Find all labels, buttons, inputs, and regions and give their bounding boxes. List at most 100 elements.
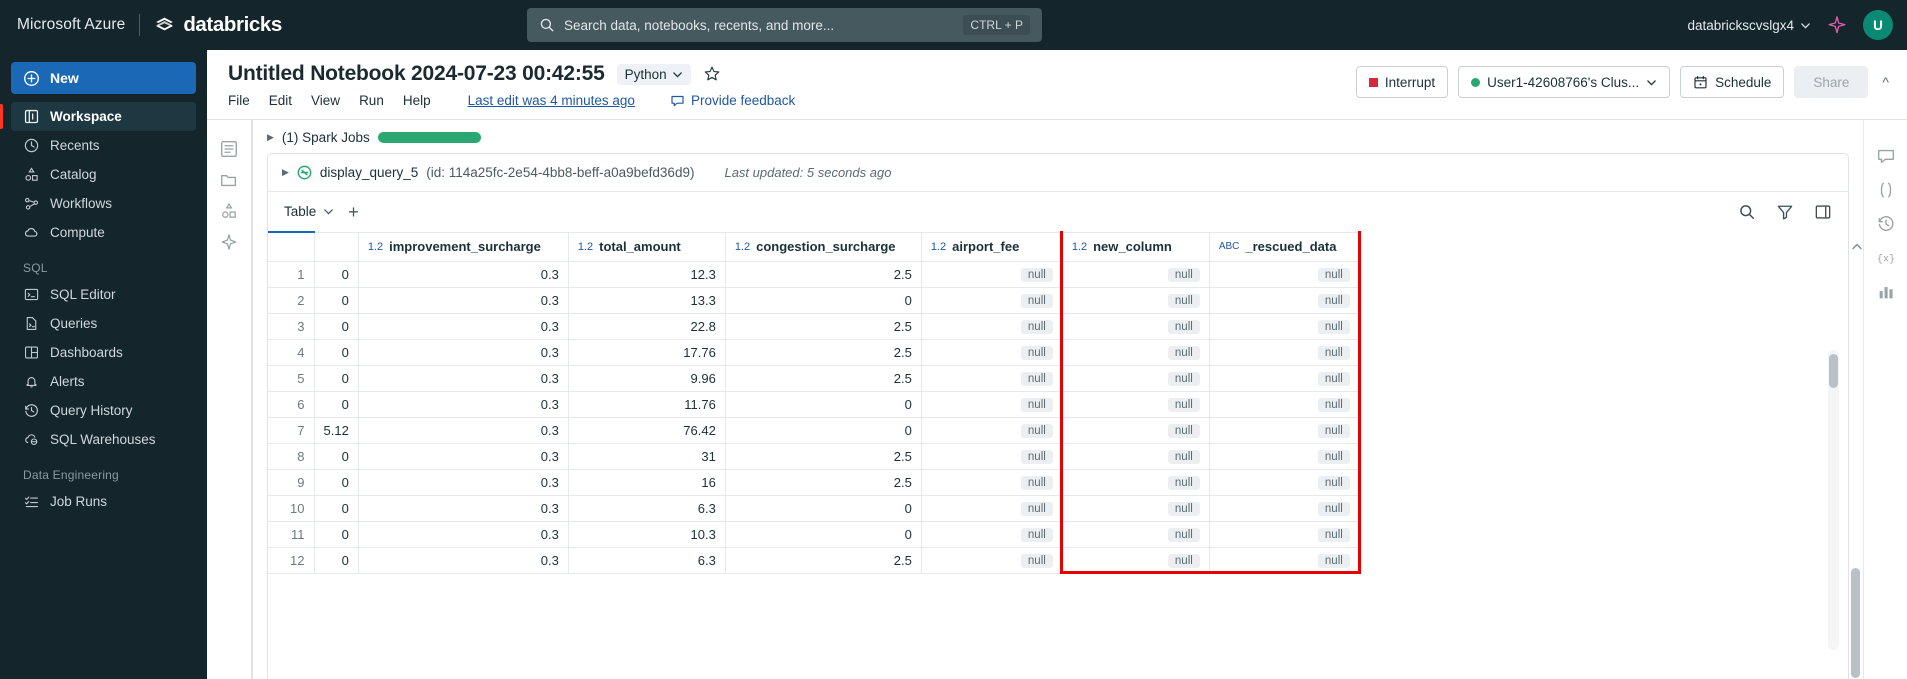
table-cell[interactable]: 9.96 [568,365,726,392]
menu-view[interactable]: View [311,93,340,108]
table-cell[interactable]: 76.42 [568,417,726,444]
table-cell[interactable]: null [1062,495,1210,522]
table-cell[interactable]: null [1209,365,1360,392]
table-cell[interactable]: null [1062,521,1210,548]
interrupt-button[interactable]: Interrupt [1355,66,1449,98]
table-cell[interactable]: null [921,339,1063,366]
table-cell[interactable]: null [1209,339,1360,366]
table-cell[interactable]: 0.3 [358,261,569,288]
table-cell[interactable]: null [1209,443,1360,470]
table-cell[interactable]: null [921,391,1063,418]
databricks-home-link[interactable]: databricks [154,13,282,37]
table-cell[interactable]: null [1062,261,1210,288]
query-status-row[interactable]: ▶ display_query_5 (id: 114a25fc-2e54-4bb… [268,154,1848,192]
avatar[interactable]: U [1863,10,1893,40]
table-cell[interactable]: 22.8 [568,313,726,340]
table-row[interactable]: 7 5.12 0.3 76.42 0 null null null [268,417,1360,444]
table-cell[interactable]: 0.3 [358,287,569,314]
table-cell[interactable]: null [1209,261,1360,288]
table-cell[interactable]: null [1062,547,1210,574]
filter-icon[interactable] [1776,203,1794,221]
menu-file[interactable]: File [228,93,250,108]
table-cell[interactable]: 0 [314,261,359,288]
sidebar-item-workflows[interactable]: Workflows [11,189,196,218]
table-cell[interactable]: 6.3 [568,495,726,522]
table-col-airport-fee[interactable]: 1.2 airport_fee [921,231,1063,262]
table-cell[interactable]: null [1062,417,1210,444]
table-row[interactable]: 12 0 0.3 6.3 2.5 null null null [268,547,1360,574]
menu-edit[interactable]: Edit [269,93,292,108]
sidebar-item-query-history[interactable]: Query History [11,396,196,425]
sidebar-item-sql-warehouses[interactable]: SQL Warehouses [11,425,196,454]
table-cell[interactable]: 12.3 [568,261,726,288]
last-edit-link[interactable]: Last edit was 4 minutes ago [468,93,635,108]
menu-help[interactable]: Help [403,93,431,108]
table-cell[interactable]: null [921,495,1063,522]
table-row[interactable]: 9 0 0.3 16 2.5 null null null [268,469,1360,496]
spark-jobs-row[interactable]: ▶ (1) Spark Jobs [253,120,1863,153]
variables-icon[interactable] [1876,180,1896,200]
page-title[interactable]: Untitled Notebook 2024-07-23 00:42:55 [228,62,605,86]
table-cell[interactable]: 0 [314,313,359,340]
table-cell[interactable]: null [1209,495,1360,522]
table-cell[interactable]: 2.5 [725,365,922,392]
table-cell[interactable]: null [1062,287,1210,314]
table-cell[interactable]: null [921,417,1063,444]
table-cell[interactable]: null [921,261,1063,288]
sidebar-item-dashboards[interactable]: Dashboards [11,338,196,367]
table-cell[interactable]: 0 [314,547,359,574]
table-cell[interactable]: 2.5 [725,339,922,366]
table-cell[interactable]: 0.3 [358,313,569,340]
output-vertical-scrollbar[interactable] [1850,238,1861,678]
provide-feedback-link[interactable]: Provide feedback [670,93,795,108]
table-cell[interactable]: null [1209,547,1360,574]
table-cell[interactable]: null [921,443,1063,470]
caret-right-icon[interactable]: ▶ [267,132,274,143]
table-cell[interactable]: 0.3 [358,495,569,522]
table-vertical-scrollbar[interactable] [1828,350,1839,650]
table-cell[interactable]: 0.3 [358,521,569,548]
panel-toggle-icon[interactable] [1814,203,1832,221]
table-cell[interactable]: null [921,521,1063,548]
table-col-total-amount[interactable]: 1.2 total_amount [568,231,726,262]
sidebar-item-sql-editor[interactable]: SQL Editor [11,280,196,309]
sidebar-item-workspace[interactable]: Workspace [0,102,196,131]
scrollbar-thumb[interactable] [1829,354,1838,388]
table-cell[interactable]: 0.3 [358,443,569,470]
table-cell[interactable]: 0 [725,391,922,418]
table-cell[interactable]: 5.12 [314,417,359,444]
account-menu[interactable]: databrickscvslgx4 [1687,18,1811,33]
table-cell[interactable]: 0.3 [358,339,569,366]
table-cell[interactable]: null [1062,339,1210,366]
table-cell[interactable]: 2.5 [725,313,922,340]
table-cell[interactable]: 0 [725,287,922,314]
table-row[interactable]: 11 0 0.3 10.3 0 null null null [268,521,1360,548]
table-col-new-column[interactable]: 1.2 new_column [1062,231,1210,262]
add-visualization-button[interactable]: + [342,203,365,221]
table-cell[interactable]: null [1062,469,1210,496]
sidebar-item-queries[interactable]: Queries [11,309,196,338]
table-col-rescued-data[interactable]: ABC _rescued_data [1209,231,1360,262]
table-cell[interactable]: null [921,547,1063,574]
python-variables-icon[interactable]: {x} [1876,248,1896,268]
table-cell[interactable]: null [1209,391,1360,418]
table-col-congestion-surcharge[interactable]: 1.2 congestion_surcharge [725,231,922,262]
table-cell[interactable]: 13.3 [568,287,726,314]
table-cell[interactable]: 2.5 [725,469,922,496]
table-of-contents-icon[interactable] [219,139,239,159]
table-cell[interactable]: 0.3 [358,547,569,574]
table-cell[interactable]: null [1209,521,1360,548]
microsoft-azure-label[interactable]: Microsoft Azure [0,16,125,34]
global-search-input[interactable]: Search data, notebooks, recents, and mor… [527,8,1042,42]
table-cell[interactable]: 16 [568,469,726,496]
tab-table[interactable]: Table [282,202,336,221]
search-icon[interactable] [1738,203,1756,221]
table-cell[interactable]: 0 [314,495,359,522]
scrollbar-thumb[interactable] [1851,568,1860,678]
table-cell[interactable]: null [1062,365,1210,392]
notebook-language-selector[interactable]: Python [616,63,691,85]
table-cell[interactable]: null [1062,313,1210,340]
table-row[interactable]: 1 0 0.3 12.3 2.5 null null null [268,261,1360,288]
table-cell[interactable]: 0 [314,287,359,314]
cluster-selector[interactable]: User1-42608766's Clus... [1458,66,1671,98]
